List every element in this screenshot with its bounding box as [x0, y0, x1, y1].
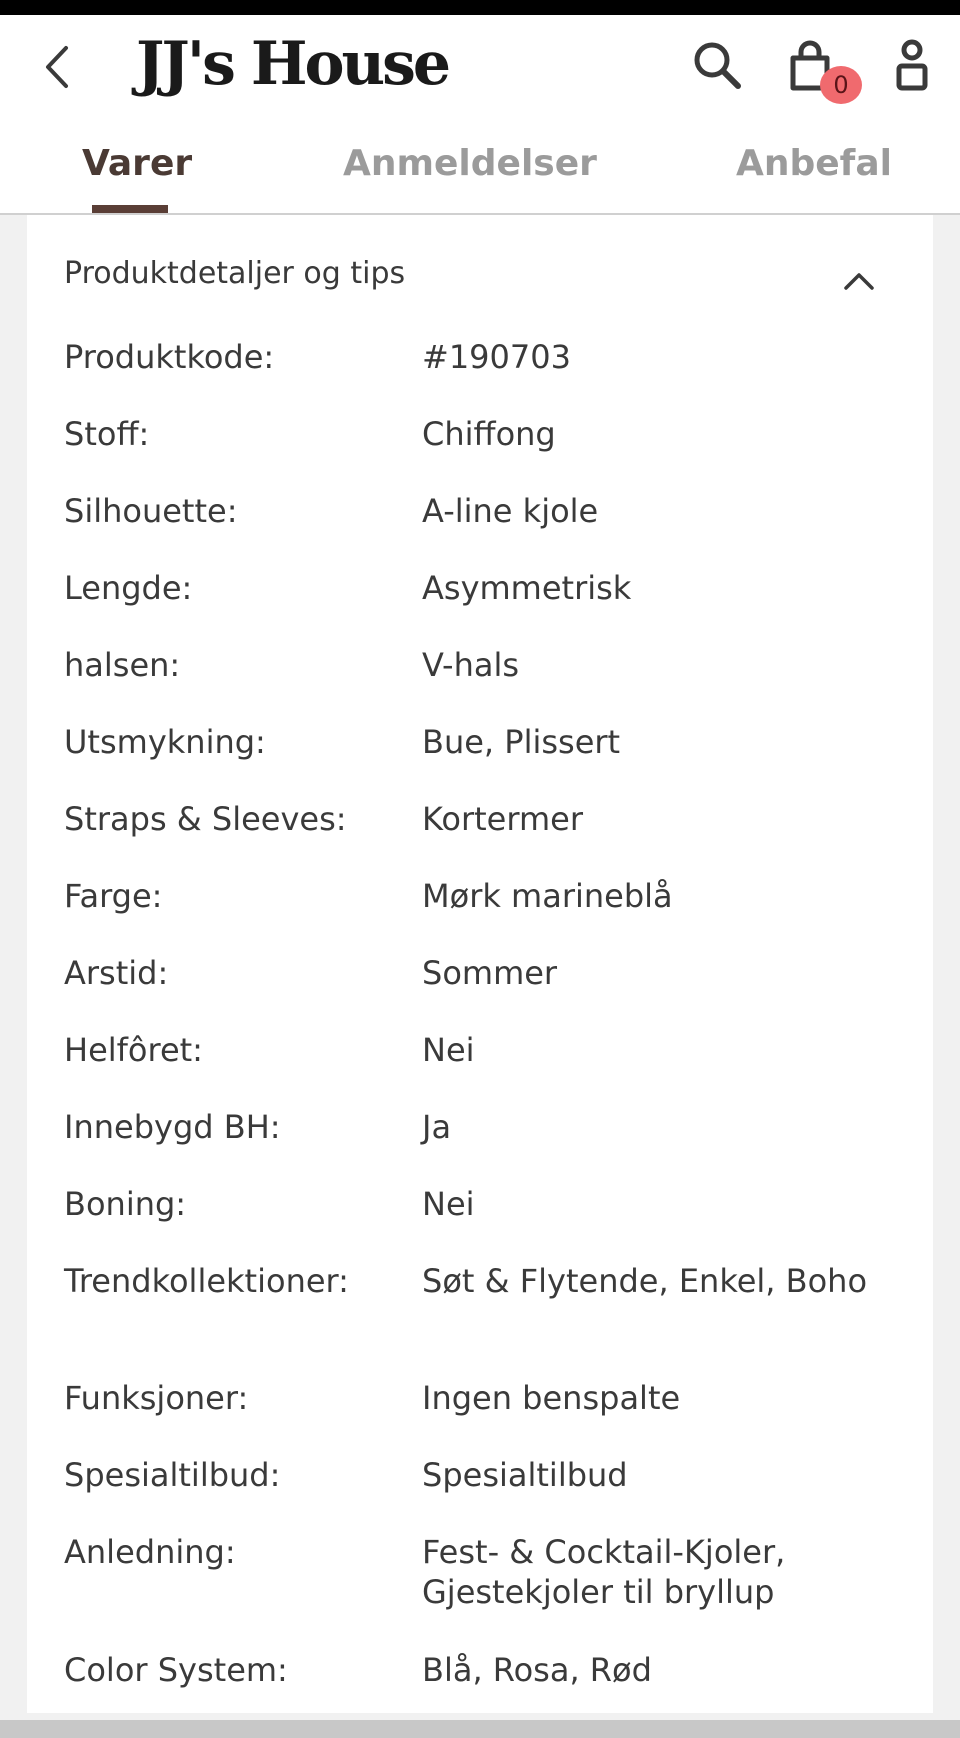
detail-label: Funksjoner: — [64, 1379, 249, 1417]
cart-count-badge: 0 — [820, 66, 862, 104]
search-button[interactable] — [690, 38, 746, 94]
detail-value: Ja — [422, 1108, 452, 1146]
detail-value: Nei — [422, 1185, 475, 1223]
tab-anbefal[interactable]: Anbefal — [736, 140, 892, 188]
chevron-up-icon — [844, 273, 874, 290]
detail-label: halsen: — [64, 646, 181, 684]
tab-anmeldelser[interactable]: Anmeldelser — [343, 140, 597, 188]
search-icon — [694, 42, 741, 89]
detail-label: Silhouette: — [64, 492, 238, 530]
detail-label: Arstid: — [64, 954, 169, 992]
detail-label: Boning: — [64, 1185, 187, 1223]
detail-label: Trendkollektioner: — [64, 1262, 349, 1300]
tab-varer[interactable]: Varer — [82, 140, 192, 188]
bottom-bar — [0, 1720, 960, 1738]
detail-value: Nei — [422, 1031, 475, 1069]
detail-value: Fest- & Cocktail-Kjoler, Gjestekjoler ti… — [422, 1533, 786, 1611]
detail-label: Anledning: — [64, 1533, 236, 1571]
section-title[interactable]: Produktdetaljer og tips — [64, 252, 405, 296]
detail-value: Ingen benspalte — [422, 1379, 681, 1417]
detail-label: Lengde: — [64, 569, 193, 607]
detail-label: Stoff: — [64, 415, 150, 453]
detail-label: Helfôret: — [64, 1031, 203, 1069]
chevron-left-icon — [46, 46, 68, 88]
status-bar — [0, 0, 960, 15]
detail-label: Color System: — [64, 1651, 288, 1689]
detail-value: Bue, Plissert — [422, 723, 621, 761]
detail-label: Spesialtilbud: — [64, 1456, 281, 1494]
detail-value: Chiffong — [422, 415, 556, 453]
detail-label: Straps & Sleeves: — [64, 800, 347, 838]
detail-value: Mørk marineblå — [422, 877, 673, 915]
detail-value: #190703 — [422, 338, 571, 376]
detail-value: V-hals — [422, 646, 520, 684]
user-icon — [896, 39, 928, 91]
detail-value: A-line kjole — [422, 492, 599, 530]
detail-label: Innebygd BH: — [64, 1108, 281, 1146]
detail-label: Utsmykning: — [64, 723, 266, 761]
account-button[interactable] — [882, 38, 938, 94]
detail-value: Asymmetrisk — [422, 569, 632, 607]
detail-value: Blå, Rosa, Rød — [422, 1651, 652, 1689]
detail-label: Farge: — [64, 877, 163, 915]
detail-value: Kortermer — [422, 800, 583, 838]
back-button[interactable] — [38, 40, 78, 94]
detail-label: Produktkode: — [64, 338, 275, 376]
detail-value: Sommer — [422, 954, 558, 992]
detail-value: Spesialtilbud — [422, 1456, 628, 1494]
collapse-section-button[interactable] — [838, 262, 880, 298]
detail-value: Søt & Flytende, Enkel, Boho — [422, 1262, 868, 1300]
brand-logo[interactable]: JJ's House — [136, 28, 451, 100]
